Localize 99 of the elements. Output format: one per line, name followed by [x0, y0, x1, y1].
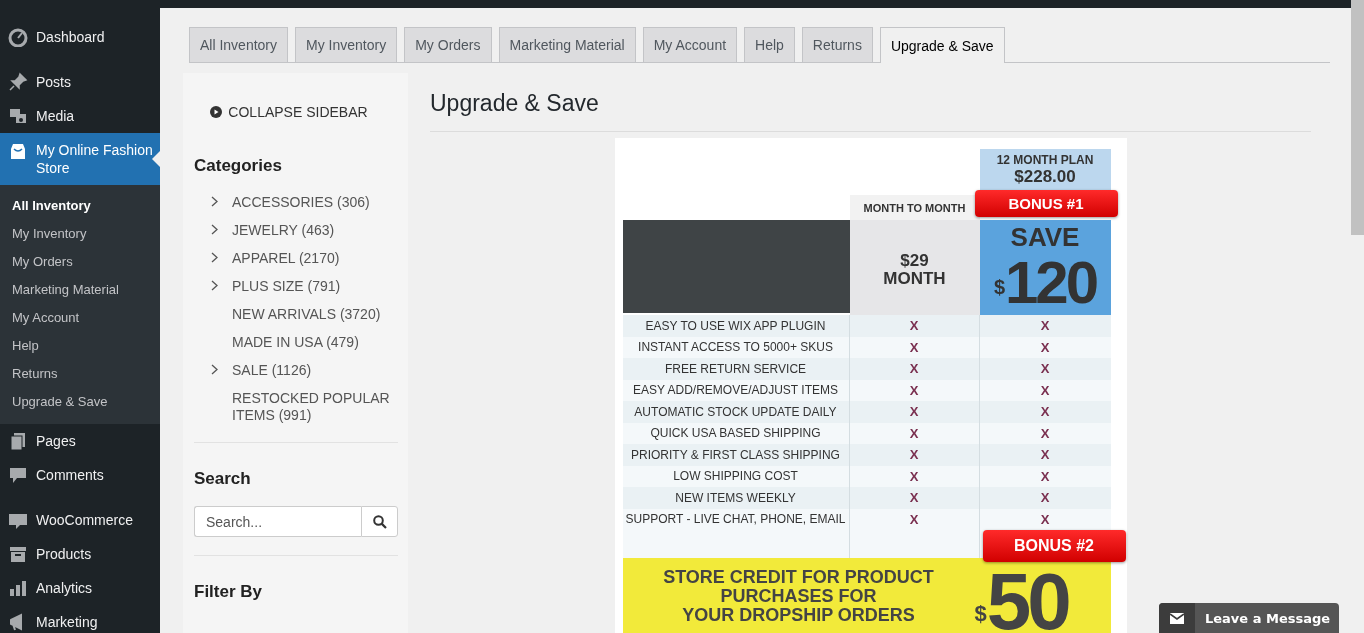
- feature-name: EASY ADD/REMOVE/ADJUST ITEMS: [622, 379, 850, 401]
- tab[interactable]: Returns: [801, 27, 873, 62]
- feature-name: FREE RETURN SERVICE: [622, 358, 850, 380]
- included-mark: X: [1040, 361, 1050, 377]
- included-mark: X: [1040, 447, 1050, 463]
- category-link[interactable]: PLUS SIZE (791): [232, 278, 341, 306]
- page-heading: Upgrade & Save: [430, 90, 1311, 132]
- search-button[interactable]: [361, 506, 398, 537]
- store-credit-banner: STORE CREDIT FOR PRODUCT PURCHASES FOR YOUR DROPSHIP ORDERS $50: [622, 557, 1111, 633]
- feature-name: AUTOMATIC STOCK UPDATE DAILY: [622, 401, 850, 423]
- included-mark: X: [1040, 425, 1050, 441]
- included-mark: X: [1040, 382, 1050, 398]
- included-mark: X: [909, 447, 919, 463]
- tab[interactable]: Help: [744, 27, 795, 62]
- chevron-right-icon[interactable]: [211, 252, 218, 263]
- scrollbar-thumb[interactable]: [1351, 0, 1364, 235]
- admin-menu-item[interactable]: Marketing: [0, 605, 160, 633]
- archive-box-icon: [8, 544, 28, 564]
- search-icon: [372, 514, 387, 529]
- feature-name: NEW ITEMS WEEKLY: [622, 487, 850, 509]
- submenu-item[interactable]: My Orders: [0, 248, 160, 276]
- column-header: MONTH TO MONTH: [849, 195, 980, 220]
- gauge-icon: [8, 27, 28, 47]
- category-link[interactable]: RESTOCKED POPULAR ITEMS (991): [232, 390, 398, 424]
- included-mark: X: [909, 425, 919, 441]
- included-mark: X: [909, 361, 919, 377]
- submenu-item[interactable]: Returns: [0, 360, 160, 388]
- admin-menu-item[interactable]: Products: [0, 537, 160, 571]
- category-link[interactable]: MADE IN USA (479): [232, 334, 359, 362]
- feature-name: SUPPORT - LIVE CHAT, PHONE, EMAIL: [622, 508, 850, 558]
- feature-name: INSTANT ACCESS TO 5000+ SKUS: [622, 336, 850, 358]
- search-heading: Search: [194, 469, 252, 489]
- feature-name: LOW SHIPPING COST: [622, 465, 850, 487]
- category-link[interactable]: JEWELRY (463): [232, 222, 335, 250]
- tab[interactable]: My Orders: [404, 27, 492, 62]
- chevron-right-icon[interactable]: [211, 280, 218, 291]
- included-mark: X: [909, 490, 919, 506]
- included-mark: X: [1040, 468, 1050, 484]
- included-mark: X: [909, 511, 919, 527]
- collapse-sidebar-link[interactable]: COLLAPSE SIDEBAR: [228, 104, 368, 120]
- included-mark: X: [909, 339, 919, 355]
- included-mark: X: [909, 382, 919, 398]
- category-link[interactable]: APPAREL (2170): [232, 250, 340, 278]
- categories-heading: Categories: [194, 156, 283, 176]
- credit-text: STORE CREDIT FOR PRODUCT: [662, 567, 935, 587]
- filter-heading: Filter By: [194, 582, 264, 602]
- included-mark: X: [1040, 318, 1050, 334]
- speech-bubble-icon: [8, 465, 28, 485]
- submenu-item[interactable]: My Inventory: [0, 220, 160, 248]
- included-mark: X: [1040, 339, 1050, 355]
- tab[interactable]: All Inventory: [189, 27, 289, 62]
- included-mark: X: [1040, 490, 1050, 506]
- category-link[interactable]: NEW ARRIVALS (3720): [232, 306, 381, 334]
- admin-menu-item[interactable]: Comments: [0, 458, 160, 492]
- admin-menu-item[interactable]: My Online Fashion Store: [0, 133, 160, 185]
- shopping-bag-icon: [8, 141, 28, 161]
- leave-message-button[interactable]: Leave a Message: [1159, 603, 1339, 633]
- chevron-right-icon[interactable]: [211, 364, 218, 375]
- admin-menu-item[interactable]: WooCommerce: [0, 503, 160, 537]
- tab[interactable]: My Account: [642, 27, 738, 62]
- included-mark: X: [909, 468, 919, 484]
- tab[interactable]: Marketing Material: [498, 27, 636, 62]
- chevron-right-icon[interactable]: [211, 224, 218, 235]
- plan-label: 12 MONTH PLAN $228.00: [979, 149, 1111, 190]
- category-link[interactable]: ACCESSORIES (306): [232, 194, 370, 222]
- admin-menu-item[interactable]: Analytics: [0, 571, 160, 605]
- tab[interactable]: Upgrade & Save: [879, 27, 1005, 63]
- admin-menu-item[interactable]: Posts: [0, 65, 160, 99]
- media-icon: [8, 106, 28, 126]
- submenu-item[interactable]: All Inventory: [0, 192, 160, 220]
- included-mark: X: [1040, 404, 1050, 420]
- submenu-item[interactable]: My Account: [0, 304, 160, 332]
- feature-name: QUICK USA BASED SHIPPING: [622, 422, 850, 444]
- included-mark: X: [909, 404, 919, 420]
- credit-text: PURCHASES FOR: [719, 586, 878, 606]
- pages-icon: [8, 431, 28, 451]
- play-circle-icon: [210, 106, 223, 118]
- admin-menu-item[interactable]: Dashboard: [0, 20, 160, 54]
- bonus-ribbon: BONUS #2: [982, 530, 1126, 562]
- bonus-ribbon: BONUS #1: [974, 190, 1118, 217]
- monthly-price: $29 MONTH: [849, 220, 980, 315]
- category-link[interactable]: SALE (1126): [232, 362, 312, 390]
- admin-menu-item[interactable]: Media: [0, 99, 160, 133]
- feature-name: PRIORITY & FIRST CLASS SHIPPING: [622, 444, 850, 466]
- submenu-item[interactable]: Help: [0, 332, 160, 360]
- savings-panel: SAVE $120: [979, 220, 1111, 315]
- included-mark: X: [1040, 511, 1050, 527]
- submenu-item[interactable]: Upgrade & Save: [0, 388, 160, 416]
- credit-text: YOUR DROPSHIP ORDERS: [681, 605, 916, 625]
- admin-menu-item[interactable]: Pages: [0, 424, 160, 458]
- included-mark: X: [909, 318, 919, 334]
- bar-chart-icon: [8, 578, 28, 598]
- chevron-right-icon[interactable]: [211, 196, 218, 207]
- envelope-icon: [1170, 612, 1184, 624]
- pushpin-icon: [8, 72, 28, 92]
- tab[interactable]: My Inventory: [295, 27, 398, 62]
- submenu-item[interactable]: Marketing Material: [0, 276, 160, 304]
- feature-name: EASY TO USE WIX APP PLUGIN: [622, 315, 850, 337]
- search-field[interactable]: Search...: [194, 506, 361, 537]
